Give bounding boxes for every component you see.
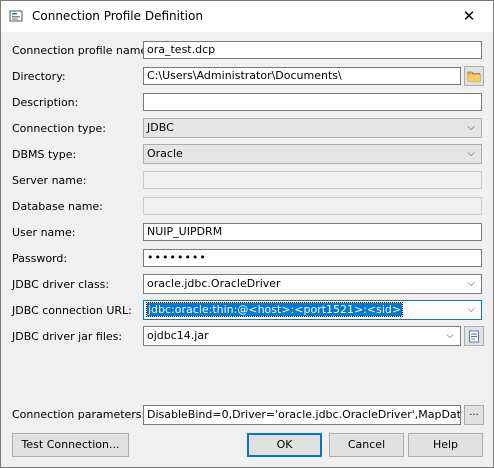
- window-title: Connection Profile Definition: [32, 9, 203, 23]
- connection-parameters-input[interactable]: DisableBind=0,Driver='oracle.jdbc.Oracle…: [143, 405, 461, 425]
- jdbc-driver-class-select[interactable]: oracle.jdbc.OracleDriver ⌵: [143, 274, 482, 294]
- directory-input[interactable]: C:\Users\Administrator\Documents\: [143, 67, 461, 85]
- profile-name-label: Connection profile name:: [12, 44, 151, 57]
- cancel-button[interactable]: Cancel: [329, 433, 404, 457]
- jdbc-driver-jar-label: JDBC driver jar files:: [12, 330, 123, 343]
- jdbc-driver-class-label: JDBC driver class:: [12, 278, 110, 291]
- test-connection-button[interactable]: Test Connection...: [12, 433, 129, 457]
- directory-label: Directory:: [12, 70, 66, 83]
- edit-jar-list-button[interactable]: [464, 326, 484, 346]
- jdbc-driver-class-value: oracle.jdbc.OracleDriver: [147, 277, 281, 290]
- connection-parameters-label: Connection parameters:: [12, 408, 146, 421]
- connection-type-label: Connection type:: [12, 122, 107, 135]
- jdbc-connection-url-value: jdbc:oracle:thin:@<host>:<port1521>:<sid…: [145, 302, 404, 317]
- chevron-down-icon: ⌵: [446, 330, 454, 341]
- jdbc-connection-url-label: JDBC connection URL:: [12, 304, 132, 317]
- jdbc-driver-jar-value: ojdbc14.jar: [147, 329, 209, 342]
- close-button[interactable]: ✕: [451, 4, 487, 28]
- jdbc-connection-url-select[interactable]: jdbc:oracle:thin:@<host>:<port1521>:<sid…: [143, 300, 482, 320]
- chevron-down-icon: ⌵: [467, 304, 475, 315]
- server-name-label: Server name:: [12, 174, 87, 187]
- title-bar: Connection Profile Definition ✕: [1, 1, 493, 32]
- help-button[interactable]: Help: [408, 433, 483, 457]
- database-name-input: [143, 197, 482, 215]
- profile-name-input[interactable]: ora_test.dcp: [143, 41, 482, 59]
- jdbc-driver-jar-select[interactable]: ojdbc14.jar ⌵: [143, 326, 461, 346]
- user-name-input[interactable]: NUIP_UIPDRM: [143, 223, 482, 241]
- close-icon: ✕: [462, 7, 476, 25]
- connection-type-value: JDBC: [147, 121, 174, 134]
- browse-directory-button[interactable]: [464, 66, 484, 86]
- folder-icon: [467, 71, 481, 82]
- dbms-type-label: DBMS type:: [12, 148, 77, 161]
- password-label: Password:: [12, 252, 68, 265]
- edit-parameters-button[interactable]: ...: [464, 405, 484, 425]
- jar-list-icon: [469, 330, 479, 343]
- chevron-down-icon: ⌵: [467, 122, 475, 133]
- password-input[interactable]: ••••••••: [143, 249, 482, 267]
- chevron-down-icon: ⌵: [467, 148, 475, 159]
- user-name-label: User name:: [12, 226, 76, 239]
- connection-type-select[interactable]: JDBC ⌵: [143, 118, 482, 138]
- app-icon: [9, 10, 23, 22]
- database-name-label: Database name:: [12, 200, 103, 213]
- connection-profile-dialog: Connection Profile Definition ✕ Connecti…: [0, 0, 494, 468]
- description-label: Description:: [12, 96, 79, 109]
- ok-button[interactable]: OK: [247, 433, 322, 457]
- chevron-down-icon: ⌵: [467, 278, 475, 289]
- dbms-type-value: Oracle: [147, 147, 183, 160]
- server-name-input: [143, 171, 482, 189]
- dbms-type-select[interactable]: Oracle ⌵: [143, 144, 482, 164]
- description-input[interactable]: [143, 93, 482, 111]
